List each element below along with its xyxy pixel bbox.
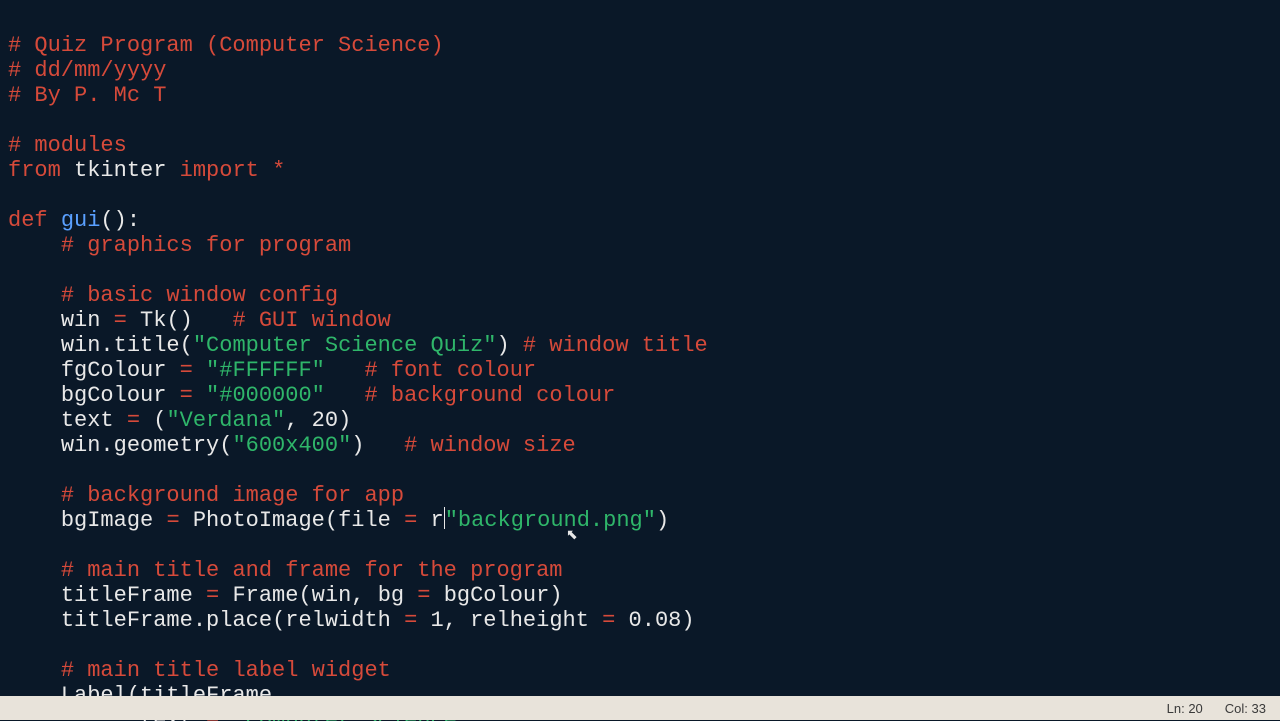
comment-line: # By P. Mc T <box>8 83 166 108</box>
identifier: bgImage <box>61 508 153 533</box>
string-literal: "Computer Science Quiz" <box>193 333 497 358</box>
comment-inline: # window title <box>523 333 708 358</box>
comment-inline: # font colour <box>364 358 536 383</box>
identifier: geometry <box>114 433 220 458</box>
identifier: r <box>431 508 444 533</box>
string-literal: "Verdana" <box>166 408 285 433</box>
function-name: gui <box>61 208 101 233</box>
string-literal: "#FFFFFF" <box>206 358 325 383</box>
comment-line: # Quiz Program (Computer Science) <box>8 33 444 58</box>
identifier: relheight <box>470 608 589 633</box>
comment-inline: # background colour <box>364 383 615 408</box>
status-line: Ln: 20 <box>1167 696 1203 721</box>
identifier: win <box>61 433 101 458</box>
keyword-import: import <box>180 158 259 183</box>
comment-line: # graphics for program <box>61 233 351 258</box>
identifier: title <box>114 333 180 358</box>
keyword-from: from <box>8 158 61 183</box>
operator-star: * <box>272 158 285 183</box>
keyword-def: def <box>8 208 48 233</box>
identifier: place <box>206 608 272 633</box>
number-literal: 0.08 <box>629 608 682 633</box>
status-bar: Ln: 20 Col: 33 <box>0 696 1280 720</box>
comment-line: # basic window config <box>61 283 338 308</box>
identifier: titleFrame <box>61 583 193 608</box>
identifier: bg <box>378 583 404 608</box>
comment-line: # modules <box>8 133 127 158</box>
identifier: fgColour <box>61 358 167 383</box>
identifier: win <box>61 308 101 333</box>
text-caret <box>444 507 445 529</box>
string-literal: "background.png" <box>445 508 656 533</box>
identifier: Frame <box>232 583 298 608</box>
comment-line: # main title and frame for the program <box>61 558 563 583</box>
string-literal: "#000000" <box>206 383 325 408</box>
number-literal: 1 <box>431 608 444 633</box>
comment-inline: # window size <box>404 433 576 458</box>
comment-line: # background image for app <box>61 483 404 508</box>
identifier: win <box>312 583 352 608</box>
status-col: Col: 33 <box>1225 696 1266 721</box>
identifier: tkinter <box>74 158 166 183</box>
identifier: file <box>338 508 391 533</box>
identifier: text <box>61 408 114 433</box>
identifier: win <box>61 333 101 358</box>
string-literal: "600x400" <box>232 433 351 458</box>
identifier: PhotoImage <box>193 508 325 533</box>
number-literal: 20 <box>312 408 338 433</box>
identifier: bgColour <box>444 583 550 608</box>
comment-line: # dd/mm/yyyy <box>8 58 166 83</box>
comment-inline: # GUI window <box>232 308 390 333</box>
identifier: titleFrame <box>61 608 193 633</box>
identifier: Tk <box>140 308 166 333</box>
code-editor[interactable]: # Quiz Program (Computer Science) # dd/m… <box>0 0 1280 696</box>
comment-line: # main title label widget <box>61 658 391 683</box>
identifier: relwidth <box>285 608 391 633</box>
identifier: bgColour <box>61 383 167 408</box>
